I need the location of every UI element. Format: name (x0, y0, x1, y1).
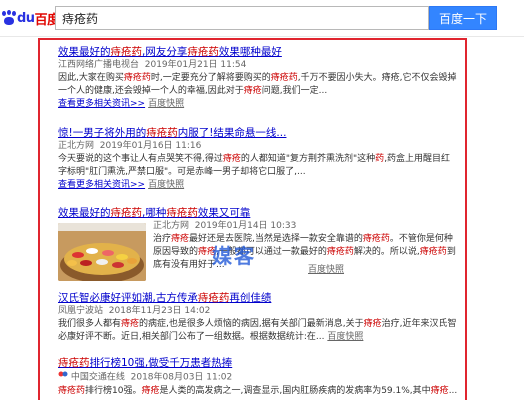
result-4: 汉氏智必康好评如潮,古方传承痔疮药再创佳绩 凤凰宁波站 2018年11月23日 … (58, 291, 458, 344)
result-3: 效果最好的痔疮药,哪种痔疮药效果又可靠 (58, 206, 458, 220)
result-title[interactable]: 效果最好的痔疮药,哪种痔疮药效果又可靠 (58, 206, 458, 220)
pills-thumbnail[interactable] (58, 223, 146, 281)
result-title[interactable]: 汉氏智必康好评如潮,古方传承痔疮药再创佳绩 (58, 291, 458, 305)
snapshot-link[interactable]: 百度快照 (148, 180, 184, 190)
watermark: 媒客 (212, 244, 256, 268)
snapshot-link[interactable]: 百度快照 (148, 99, 184, 109)
result-abstract: 今天要说的这个事让人有点哭笑不得,得过痔疮的人都知道"复方荆芥熏洗剂"这种药,药… (58, 154, 451, 177)
search-input[interactable] (56, 7, 428, 29)
result-5: 痔疮药排行榜10强,做受千万患者热捧 中国交通在线 2018年08月03日 11… (58, 356, 458, 398)
paw-icon (2, 10, 16, 26)
result-2: 惊!一男子将外用的痔疮药内服了!结果命悬一线... 正北方网 2019年01月1… (58, 126, 458, 192)
result-meta: 中国交通在线 2018年08月03日 11:02 (58, 370, 458, 385)
result-abstract: 痔疮药排行榜10强。痔疮是人类的高发病之一,调查显示,国内肛肠疾病的发病率为59… (58, 385, 458, 396)
baidu-logo[interactable]: du 百度 (2, 8, 60, 28)
result-1: 效果最好的痔疮药,网友分享痔疮药效果哪种最好 江西网络广播电视台 2019年01… (58, 45, 458, 111)
result-title[interactable]: 痔疮药排行榜10强,做受千万患者热捧 (58, 356, 458, 370)
result-meta: 江西网络广播电视台 2019年01月21日 11:54 (58, 60, 247, 70)
result-meta: 正北方网 2019年01月14日 10:33 (153, 221, 297, 231)
snapshot-link[interactable]: 百度快照 (308, 265, 344, 275)
snapshot-link[interactable]: 百度快照 (327, 332, 363, 342)
more-news-link[interactable]: 查看更多相关资讯>> (58, 99, 145, 109)
source-logo-icon (58, 370, 68, 384)
result-abstract: 因此,大家在购买痔疮药时,一定要充分了解将要购买的痔疮药,千万不要因小失大。痔疮… (58, 73, 457, 96)
result-title[interactable]: 效果最好的痔疮药,网友分享痔疮药效果哪种最好 (58, 45, 458, 59)
search-button[interactable]: 百度一下 (429, 6, 497, 30)
search-box[interactable] (55, 6, 429, 30)
more-news-link[interactable]: 查看更多相关资讯>> (58, 180, 145, 190)
result-3-body: 正北方网 2019年01月14日 10:33 治疗痔疮最好还是去医院,当然是选择… (153, 220, 458, 275)
result-abstract: 我们很多人都有痔疮的病症,也是很多人烦恼的病因,据有关部门最新消息,关于痔疮治疗… (58, 319, 457, 342)
result-meta: 正北方网 2019年01月16日 11:16 (58, 141, 202, 151)
top-bar: du 百度 百度一下 (0, 0, 524, 37)
result-meta: 凤凰宁波站 2018年11月23日 14:02 (58, 306, 211, 316)
result-title[interactable]: 惊!一男子将外用的痔疮药内服了!结果命悬一线... (58, 126, 458, 140)
